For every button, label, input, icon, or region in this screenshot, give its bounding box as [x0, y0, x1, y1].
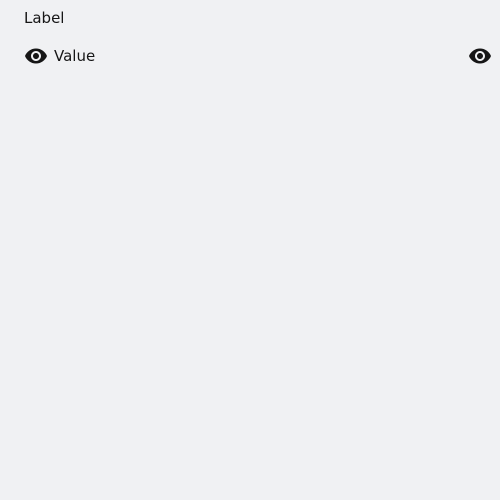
field-value: Value	[54, 47, 96, 65]
labeled-value-field: Label Value	[0, 0, 500, 80]
toggle-visibility-button[interactable]	[468, 44, 492, 68]
eye-icon	[24, 44, 48, 68]
eye-icon	[468, 44, 492, 68]
field-label: Label	[24, 9, 65, 27]
value-row: Value	[24, 44, 492, 68]
